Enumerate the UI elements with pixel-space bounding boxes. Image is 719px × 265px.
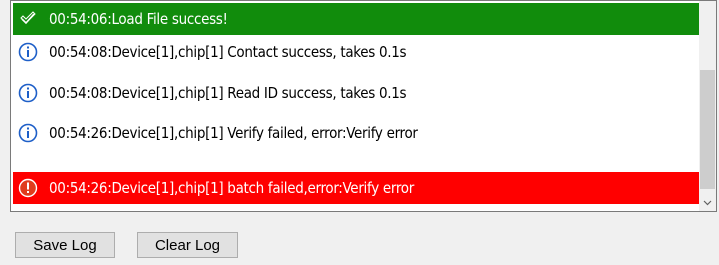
log-entry-info[interactable]: 00:54:08:Device[1],chip[1] Read ID succe…	[13, 77, 699, 109]
save-log-button[interactable]: Save Log	[15, 232, 115, 258]
clear-log-button[interactable]: Clear Log	[137, 232, 238, 258]
error-icon	[17, 177, 39, 199]
check-icon	[17, 8, 39, 30]
scroll-down-icon[interactable]	[699, 194, 716, 211]
log-list[interactable]: 00:54:06:Load File success! 00:54:08:Dev…	[13, 3, 699, 209]
info-icon	[17, 82, 39, 104]
log-entry-text: 00:54:08:Device[1],chip[1] Read ID succe…	[49, 84, 407, 102]
log-window: 00:54:06:Load File success! 00:54:08:Dev…	[0, 0, 719, 265]
log-entry-text: 00:54:06:Load File success!	[49, 10, 228, 28]
log-entry-info[interactable]: 00:54:26:Device[1],chip[1] Verify failed…	[13, 117, 699, 149]
log-entry-error[interactable]: 00:54:26:Device[1],chip[1] batch failed,…	[13, 172, 699, 204]
scrollbar-thumb[interactable]	[700, 70, 715, 189]
log-entry-text: 00:54:08:Device[1],chip[1] Contact succe…	[49, 43, 407, 61]
vertical-scrollbar[interactable]	[699, 1, 716, 211]
info-icon	[17, 122, 39, 144]
log-entry-info[interactable]: 00:54:08:Device[1],chip[1] Contact succe…	[13, 36, 699, 68]
info-icon	[17, 41, 39, 63]
log-entry-text: 00:54:26:Device[1],chip[1] Verify failed…	[49, 124, 418, 142]
log-panel: 00:54:06:Load File success! 00:54:08:Dev…	[10, 0, 717, 212]
log-entry-text: 00:54:26:Device[1],chip[1] batch failed,…	[49, 179, 414, 197]
log-entry-success[interactable]: 00:54:06:Load File success!	[13, 3, 699, 35]
